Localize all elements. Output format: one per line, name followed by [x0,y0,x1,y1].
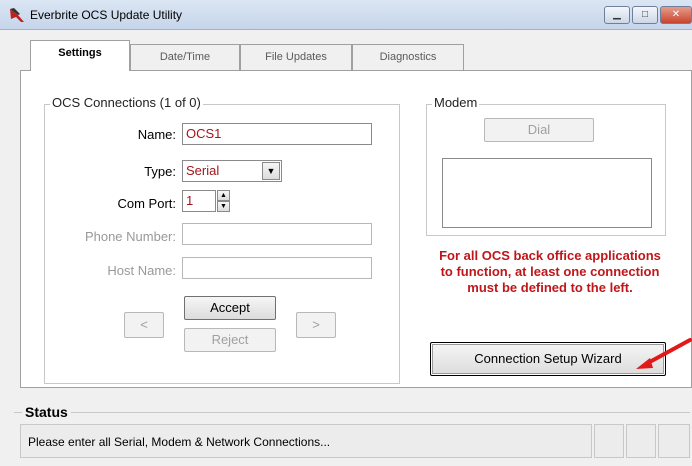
maximize-icon: □ [641,9,649,20]
status-panel-3 [626,424,656,458]
name-input[interactable]: OCS1 [182,123,372,145]
name-label: Name: [137,127,176,142]
chevron-down-icon[interactable]: ▼ [262,162,280,180]
status-text: Please enter all Serial, Modem & Network… [28,435,331,449]
host-name-input[interactable] [182,257,372,279]
phone-number-label: Phone Number: [84,229,176,244]
ocs-connections-title: OCS Connections (1 of 0) [50,95,203,110]
accept-button[interactable]: Accept [184,296,276,320]
window-title: Everbrite OCS Update Utility [30,8,183,22]
app-icon [10,8,24,22]
spin-down-icon[interactable]: ▼ [217,201,230,212]
tab-diagnostics[interactable]: Diagnostics [352,44,464,70]
close-icon: ✕ [671,9,681,20]
host-name-label: Host Name: [107,263,176,278]
annotation-arrow [636,338,692,369]
reject-button[interactable]: Reject [184,328,276,352]
minimize-icon: ▁ [613,9,621,20]
com-port-input[interactable]: 1 [182,190,216,212]
type-select[interactable]: Serial ▼ [182,160,282,182]
status-panel-4 [658,424,690,458]
type-select-value: Serial [186,163,220,178]
modem-title: Modem [432,95,480,110]
phone-number-input[interactable] [182,223,372,245]
dial-button[interactable]: Dial [484,118,594,142]
type-label: Type: [144,164,176,179]
status-panel-2 [594,424,624,458]
com-port-label: Com Port: [117,196,176,211]
connection-warning-text: For all OCS back office applications to … [439,248,661,295]
spin-up-icon[interactable]: ▲ [217,190,230,201]
modem-list[interactable] [442,158,652,228]
tab-file-updates[interactable]: File Updates [240,44,352,70]
minimize-button[interactable]: ▁ [604,6,630,24]
maximize-button[interactable]: □ [632,6,658,24]
status-title: Status [22,404,71,420]
tab-settings[interactable]: Settings [30,40,130,71]
next-connection-button[interactable]: > [296,312,336,338]
close-button[interactable]: ✕ [660,6,692,24]
previous-connection-button[interactable]: < [124,312,164,338]
tab-date-time[interactable]: Date/Time [130,44,240,70]
